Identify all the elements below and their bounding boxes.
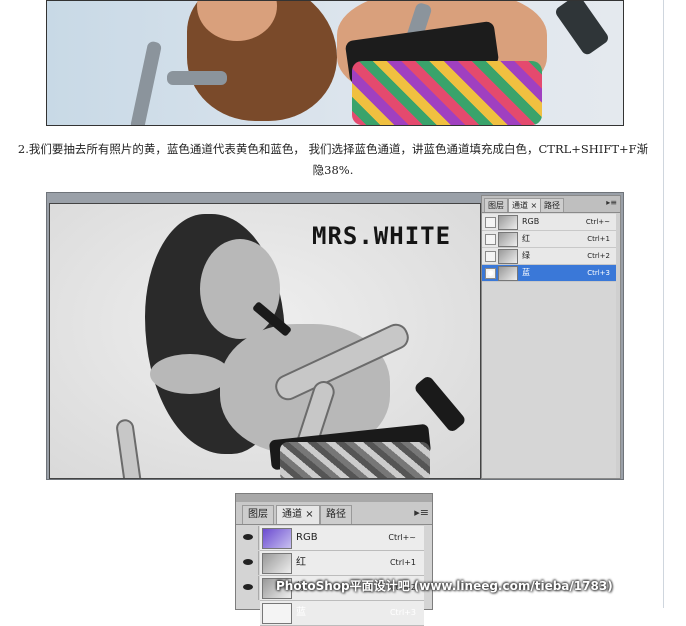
channel-name: 红	[296, 557, 306, 568]
color-photo	[46, 0, 624, 126]
tab-paths[interactable]: 路径	[540, 198, 564, 212]
close-icon[interactable]: ×	[305, 509, 313, 520]
tab-paths[interactable]: 路径	[320, 505, 352, 524]
channel-thumbnail	[262, 528, 292, 549]
channel-row-rgb[interactable]: RGB Ctrl+~	[482, 214, 616, 231]
caption-line-1: 2.我们要抽去所有照片的黄，蓝色通道代表黄色和蓝色， 我们选择蓝色通道，讲蓝色通…	[17, 142, 649, 156]
channel-shortcut: Ctrl+3	[389, 608, 416, 617]
visibility-toggle[interactable]	[485, 234, 496, 245]
channel-row-red[interactable]: 红 Ctrl+1	[482, 231, 616, 248]
bw-face	[200, 239, 280, 339]
channel-row-red[interactable]: 红 Ctrl+1	[260, 551, 424, 576]
tab-channels[interactable]: 通道 ×	[276, 505, 320, 524]
channel-row-blue[interactable]: ● 蓝 Ctrl+3	[482, 265, 616, 282]
channel-shortcut: Ctrl+2	[587, 252, 610, 260]
panel-tabs: 图层 通道 × 路径 ▸≡	[482, 196, 620, 213]
channel-shortcut: Ctrl+3	[587, 269, 610, 277]
channel-name: RGB	[522, 217, 540, 226]
panel-menu-icon[interactable]: ▸≡	[414, 506, 429, 519]
bw-bikini-top	[280, 442, 430, 478]
channel-thumbnail	[498, 249, 518, 264]
channel-shortcut: Ctrl+~	[585, 218, 610, 226]
bw-hand	[150, 354, 230, 394]
eye-icon	[243, 584, 253, 590]
visibility-toggle[interactable]	[238, 526, 259, 550]
photo-rail-bar	[167, 71, 227, 85]
watermark-text: PhotoShop平面设计吧 (www.lineeg.com/tieba/178…	[276, 579, 613, 593]
tab-layers[interactable]: 图层	[484, 198, 508, 212]
visibility-toggle[interactable]	[238, 576, 259, 600]
channel-shortcut: Ctrl+1	[389, 558, 416, 567]
close-icon[interactable]: ×	[531, 201, 538, 210]
tab-channels-label: 通道	[282, 509, 302, 520]
panel-scrollbar[interactable]	[616, 213, 620, 478]
tab-channels-label: 通道	[512, 201, 528, 210]
eye-icon	[243, 534, 253, 540]
channels-panel-small: 图层 通道 × 路径 ▸≡ RGB Ctrl+~ 红 Ctrl+1 绿 Ctrl…	[481, 195, 621, 479]
channel-thumbnail	[498, 215, 518, 230]
channel-thumbnail	[262, 603, 292, 624]
channel-thumbnail	[498, 266, 518, 281]
channel-name: RGB	[296, 532, 318, 543]
channel-shortcut: Ctrl+1	[587, 235, 610, 243]
tab-layers[interactable]: 图层	[242, 505, 274, 524]
page-right-rule	[663, 0, 664, 608]
photo-rail-left	[129, 40, 163, 125]
channel-name: 蓝	[522, 268, 530, 277]
channel-name: 绿	[522, 251, 530, 260]
visibility-toggle[interactable]	[238, 551, 259, 575]
photoshop-screenshot: MRS.WHITE 图层 通道 × 路径 ▸≡ RGB Ctrl+~ 红 Ctr…	[46, 192, 624, 480]
channel-row-green[interactable]: 绿 Ctrl+2	[482, 248, 616, 265]
channel-shortcut: Ctrl+~	[388, 533, 416, 542]
panel-tabs: 图层 通道 × 路径 ▸≡	[236, 502, 432, 525]
photo-bikini-top	[352, 61, 542, 125]
channel-name: 红	[522, 234, 530, 243]
visibility-toggle[interactable]	[485, 251, 496, 262]
photo-handle	[553, 1, 611, 57]
eye-icon	[243, 559, 253, 565]
channel-thumbnail	[262, 553, 292, 574]
tab-channels[interactable]: 通道 ×	[508, 198, 542, 212]
eye-icon[interactable]: ●	[485, 268, 496, 279]
caption-line-2: 隐38%.	[312, 163, 354, 177]
channel-thumbnail	[498, 232, 518, 247]
panel-menu-icon[interactable]: ▸≡	[606, 198, 617, 207]
channel-name: 蓝	[296, 607, 306, 618]
bw-photo-canvas: MRS.WHITE	[49, 203, 481, 479]
channel-row-rgb[interactable]: RGB Ctrl+~	[260, 526, 424, 551]
panel-title-bar[interactable]	[236, 494, 432, 502]
tutorial-caption: 2.我们要抽去所有照片的黄，蓝色通道代表黄色和蓝色， 我们选择蓝色通道，讲蓝色通…	[0, 139, 666, 181]
bw-rail-left	[114, 418, 144, 478]
photo-title-text: MRS.WHITE	[312, 222, 452, 250]
channel-row-blue[interactable]: 蓝 Ctrl+3	[260, 601, 424, 626]
visibility-toggle[interactable]	[485, 217, 496, 228]
